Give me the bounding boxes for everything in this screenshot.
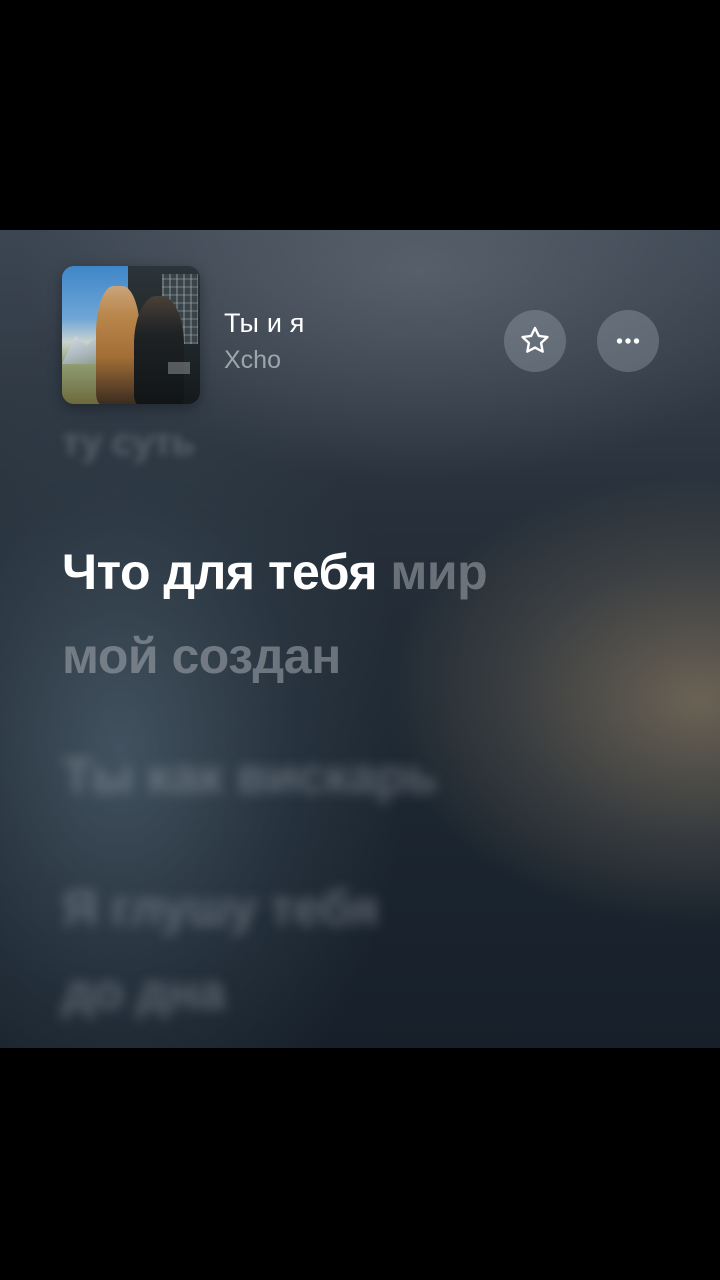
more-options-button[interactable]: [597, 310, 659, 372]
album-cover[interactable]: [62, 266, 200, 404]
phone-frame: Ты и я Xcho ту суть Что для тебя мир мой…: [0, 0, 720, 1280]
lyric-current-sung: Что для тебя: [62, 544, 378, 600]
album-cover-tag: [168, 362, 190, 374]
more-dots-icon: [616, 338, 640, 344]
lyric-line-next-1[interactable]: Ты как вискарь: [62, 734, 437, 818]
favorite-button[interactable]: [504, 310, 566, 372]
lyrics-screen: Ты и я Xcho ту суть Что для тебя мир мой…: [0, 230, 720, 1048]
lyric-current-row-1: Что для тебя мир: [62, 530, 488, 614]
lyric-current-unsung-1: мир: [377, 544, 488, 600]
star-outline-icon: [521, 326, 549, 353]
track-title[interactable]: Ты и я: [224, 308, 305, 339]
lyric-line-current[interactable]: Что для тебя мир мой создан: [62, 530, 488, 698]
lyric-next-2-row-2: до дна: [62, 964, 225, 1020]
lyric-current-row-2: мой создан: [62, 614, 487, 698]
lyric-line-previous[interactable]: ту суть: [62, 422, 195, 465]
lyric-next-2-row-1: Я глушу тебя: [62, 880, 379, 936]
lyric-next-1-row-1: Ты как вискарь: [62, 748, 437, 804]
lyric-line-next-2[interactable]: Я глушу тебя до дна: [62, 866, 379, 1034]
track-artist[interactable]: Xcho: [224, 346, 281, 375]
lyric-current-unsung-2: мой создан: [62, 628, 341, 684]
album-cover-person-right: [134, 296, 184, 404]
